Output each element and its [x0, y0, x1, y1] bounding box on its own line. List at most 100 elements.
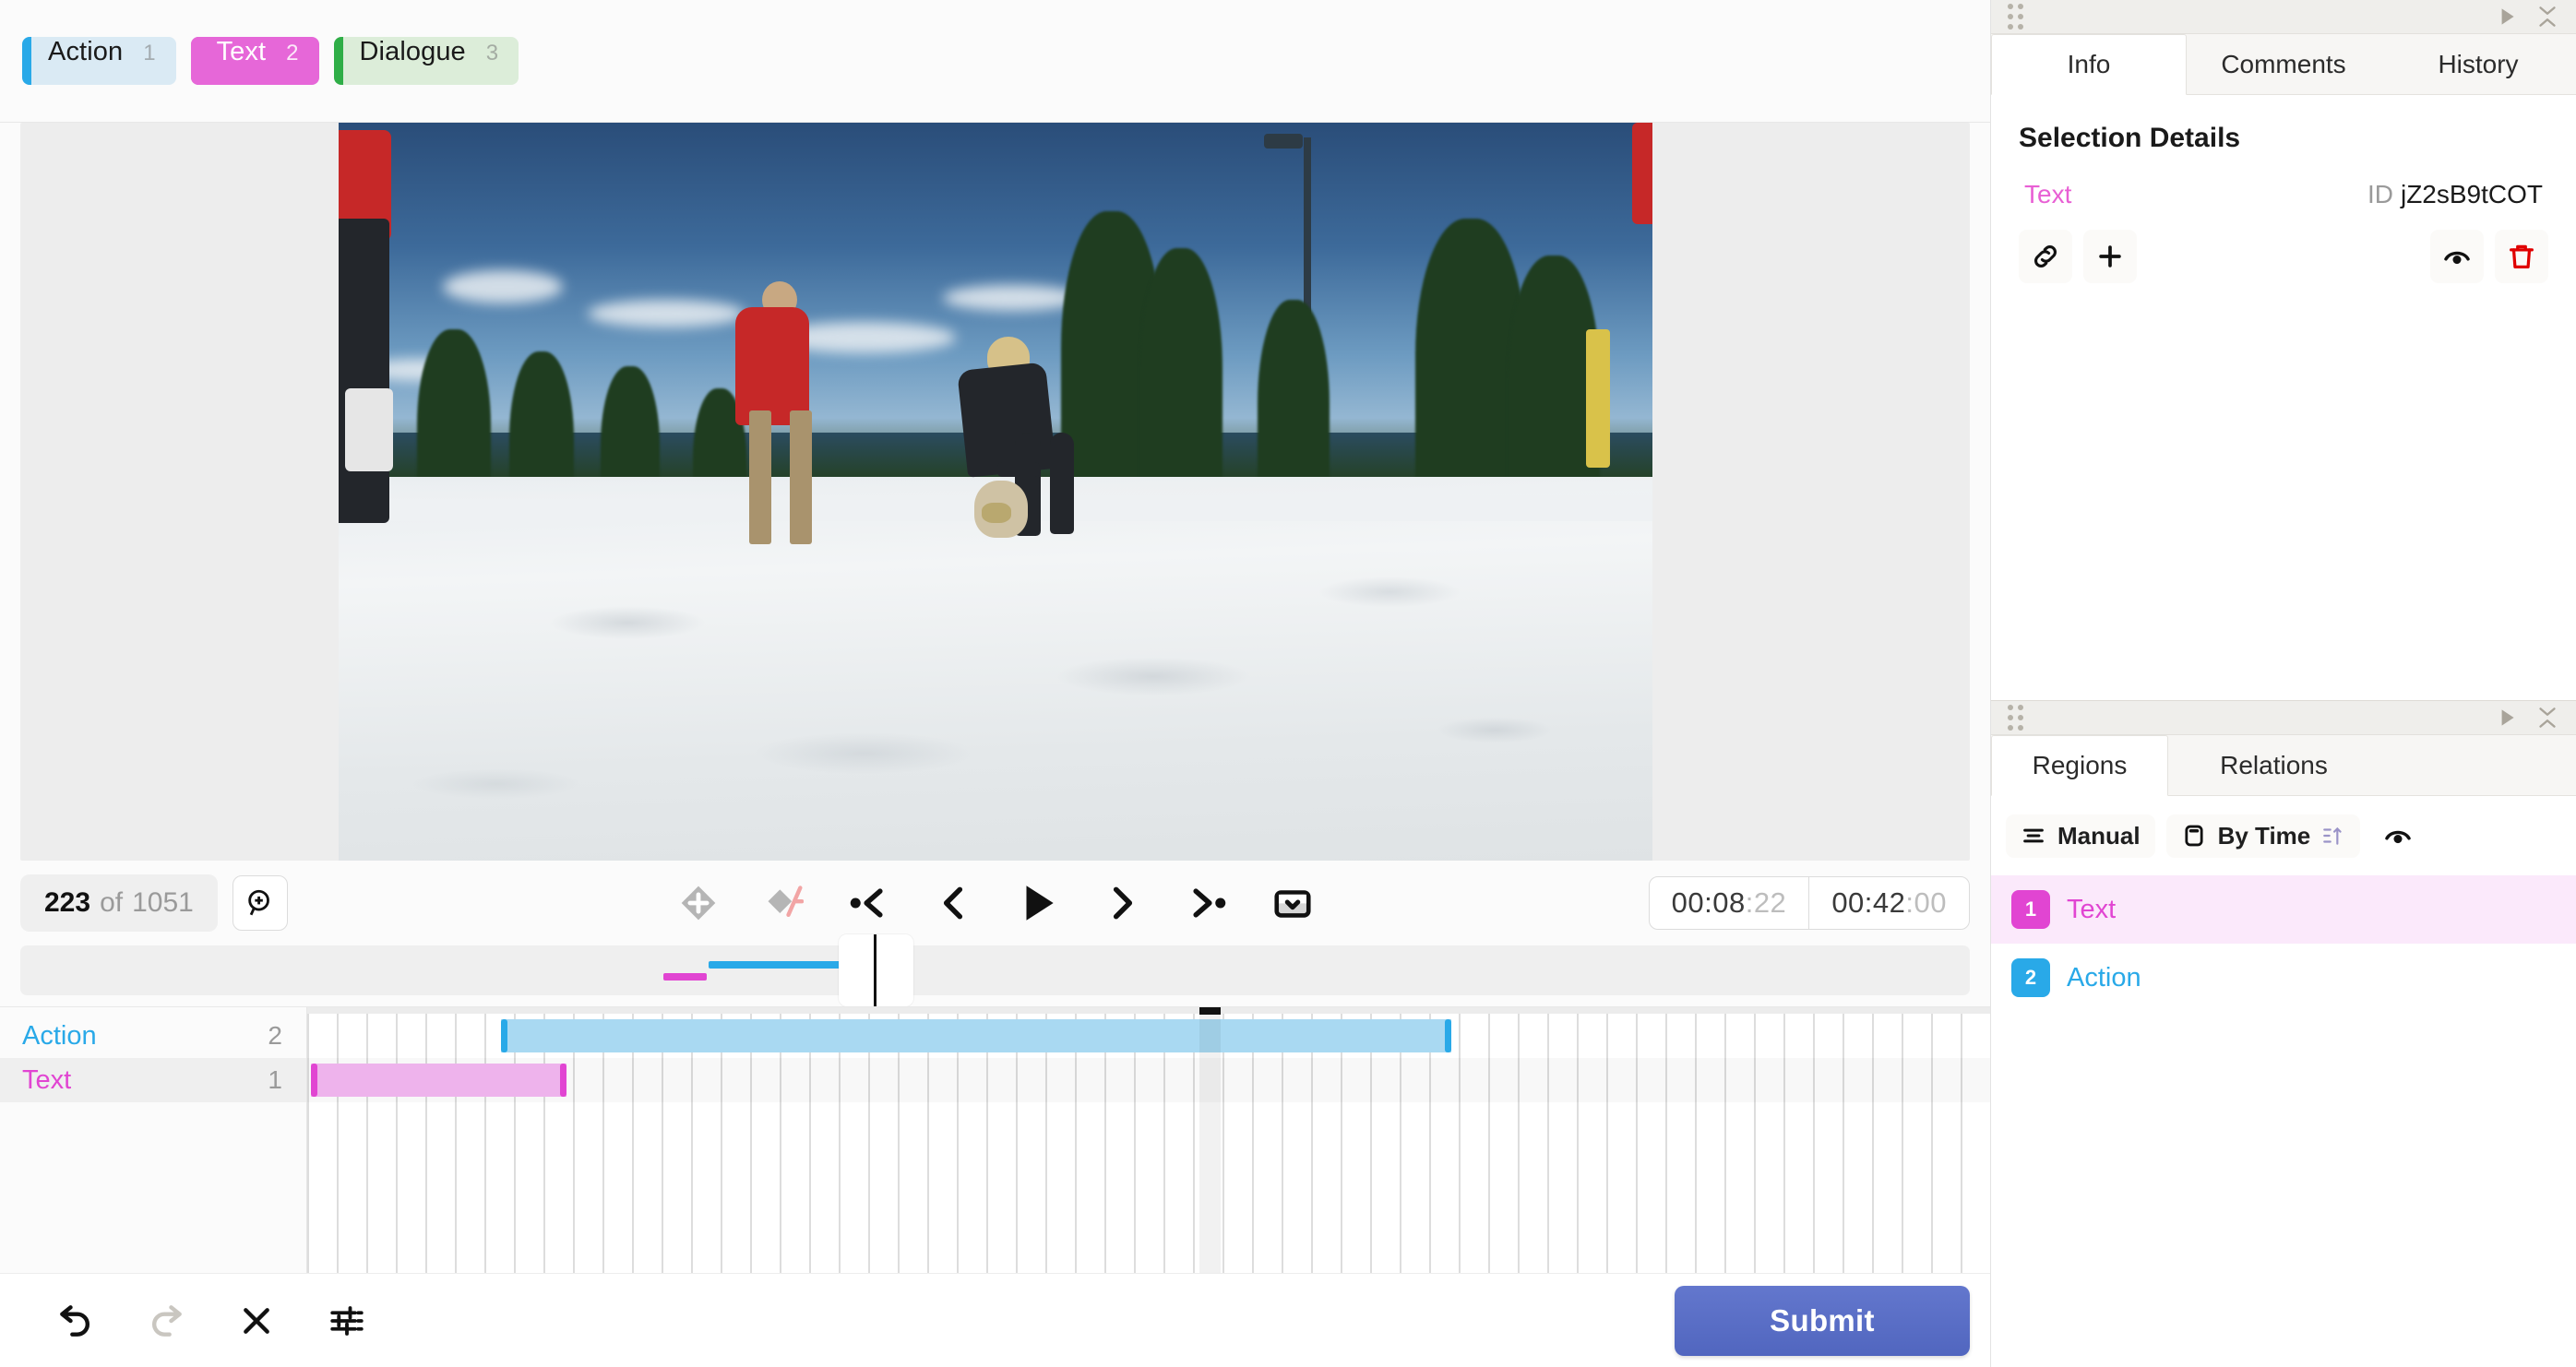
selection-label: Text — [2024, 180, 2072, 208]
play-triangle-icon[interactable] — [2495, 706, 2519, 730]
collapse-chevrons-icon[interactable] — [2535, 704, 2559, 731]
regions-panel-header[interactable] — [1991, 701, 2576, 735]
undo-button[interactable] — [52, 1297, 100, 1345]
playback-controls — [674, 878, 1318, 928]
dog-body — [982, 503, 1012, 523]
timeline-playhead[interactable] — [1199, 1007, 1221, 1273]
add-region-button[interactable] — [2083, 230, 2137, 283]
delete-region-button[interactable] — [2495, 230, 2548, 283]
remove-keyframe-button[interactable] — [758, 878, 808, 928]
eye-icon — [2444, 251, 2470, 265]
time-display[interactable]: 00:08 :22 00:42 :00 — [1648, 876, 1970, 930]
redo-icon — [152, 1304, 182, 1337]
group-mode-button[interactable]: By Time — [2165, 814, 2361, 858]
bottom-toolbar: Submit — [0, 1273, 1990, 1367]
prev-keyframe-button[interactable] — [843, 878, 893, 928]
timeline-ruler-band — [307, 1007, 1990, 1014]
settings-button[interactable] — [323, 1297, 371, 1345]
region-keyframe-start[interactable] — [310, 1064, 317, 1097]
next-frame-button[interactable] — [1098, 878, 1148, 928]
eye-icon — [2385, 830, 2412, 844]
regions-panel: Regions Relations Manual By Time 1 Text … — [1991, 701, 2576, 1367]
clear-button[interactable] — [233, 1297, 280, 1345]
track-count: 1 — [268, 1065, 282, 1094]
play-button[interactable] — [1013, 878, 1063, 928]
close-icon — [244, 1307, 269, 1334]
playhead-handle[interactable] — [1199, 1007, 1221, 1015]
editor-column: Action 1 Text 2 Dialogue 3 223 of 1051 0… — [0, 0, 1991, 1367]
video-stage[interactable] — [20, 123, 1970, 861]
label-chip-action[interactable]: Action 1 — [22, 37, 176, 85]
skip-back-icon — [850, 888, 883, 918]
minimap-region-text — [663, 973, 707, 981]
region-keyframe-start[interactable] — [500, 1019, 507, 1052]
submit-button[interactable]: Submit — [1675, 1285, 1970, 1356]
tab-comments[interactable]: Comments — [2187, 34, 2381, 94]
diamond-plus-icon — [681, 886, 715, 921]
section-title: Selection Details — [2019, 123, 2241, 153]
relation-link-button[interactable] — [2019, 230, 2072, 283]
tab-info[interactable]: Info — [1991, 34, 2187, 95]
timeline-region-action[interactable] — [500, 1019, 1452, 1052]
timeline-minimap[interactable] — [20, 934, 1970, 1006]
drag-handle-icon[interactable] — [2008, 705, 2023, 731]
timeline-grid[interactable] — [307, 1007, 1990, 1273]
region-keyframe-end[interactable] — [559, 1064, 566, 1097]
collapse-chevrons-icon[interactable] — [2535, 3, 2559, 30]
labels-toolbar: Action 1 Text 2 Dialogue 3 — [0, 0, 1990, 123]
person-edge-left — [338, 219, 390, 523]
region-index-badge: 2 — [2011, 958, 2050, 997]
redo-button[interactable] — [142, 1297, 190, 1345]
frame-total: 1051 — [132, 887, 194, 918]
playback-options-button[interactable] — [1268, 878, 1318, 928]
frame-current: 223 — [44, 887, 91, 918]
transport-bar: 223 of 1051 00:08:22 00:42:00 — [0, 861, 1990, 945]
add-keyframe-button[interactable] — [674, 878, 723, 928]
group-mode-label: By Time — [2217, 821, 2311, 850]
sliders-icon — [330, 1305, 364, 1336]
order-mode-button[interactable]: Manual — [2006, 814, 2155, 858]
sort-asc-icon — [2323, 826, 2342, 845]
drag-handle-icon[interactable] — [2008, 4, 2023, 30]
chevron-left-icon — [943, 886, 962, 920]
info-panel-body: Selection Details Text ID jZ2sB9tCOT — [1991, 95, 2576, 700]
regions-visibility-button[interactable] — [2371, 809, 2425, 862]
timeline-region-text[interactable] — [310, 1064, 566, 1097]
label-name: Text — [216, 37, 267, 66]
tab-history[interactable]: History — [2381, 34, 2576, 94]
region-fill — [310, 1064, 566, 1097]
person-arm — [997, 462, 1041, 477]
play-triangle-icon[interactable] — [2495, 5, 2519, 29]
hide-region-button[interactable] — [2430, 230, 2484, 283]
person-leg — [790, 410, 813, 544]
track-label: Action — [22, 1020, 97, 1051]
label-chip-text[interactable]: Text 2 — [190, 37, 319, 85]
person-edge-right — [1632, 123, 1652, 224]
zoom-in-button[interactable] — [232, 875, 288, 931]
info-panel-header[interactable] — [1991, 0, 2576, 34]
region-list-item-text[interactable]: 1 Text — [1991, 875, 2576, 944]
prev-frame-button[interactable] — [928, 878, 978, 928]
pine-tree — [1139, 248, 1223, 516]
regions-panel-tabs: Regions Relations — [1991, 735, 2576, 796]
cloud — [443, 270, 564, 303]
tab-relations[interactable]: Relations — [2168, 735, 2380, 795]
person-edge-left — [344, 388, 393, 471]
region-label: Text — [2067, 894, 2117, 924]
label-chip-dialogue[interactable]: Dialogue 3 — [333, 37, 519, 85]
minimap-playhead[interactable] — [874, 934, 877, 1006]
label-name: Action — [48, 37, 124, 66]
undo-icon — [60, 1304, 89, 1337]
timeline-track-action[interactable]: Action 2 — [0, 1014, 306, 1058]
next-keyframe-button[interactable] — [1183, 878, 1233, 928]
tabs-filler — [2380, 735, 2576, 795]
zoom-in-icon — [248, 889, 269, 916]
diamond-minus-icon — [768, 886, 804, 918]
chevron-down-box-icon — [1273, 890, 1311, 918]
region-list-item-action[interactable]: 2 Action — [1991, 944, 2576, 1012]
region-keyframe-end[interactable] — [1445, 1019, 1452, 1052]
timeline-track-text[interactable]: Text 1 — [0, 1058, 306, 1102]
tab-regions[interactable]: Regions — [1991, 735, 2168, 796]
history-controls — [20, 1297, 371, 1345]
video-frame[interactable] — [338, 123, 1652, 861]
